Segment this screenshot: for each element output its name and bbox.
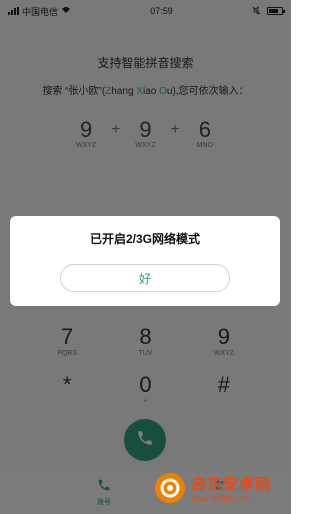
dialer-screen: 中国电信 07:59 支持智能拼音搜索 搜索 “张小欧”(Zhang Xiao …: [0, 0, 291, 514]
watermark-logo-icon: [155, 473, 185, 503]
network-mode-dialog: 已开启2/3G网络模式 好: [10, 216, 280, 306]
watermark: 启东安卓网 www.qdltdq.com: [155, 466, 285, 510]
ok-button[interactable]: 好: [60, 264, 230, 292]
watermark-name: 启东安卓网: [191, 476, 272, 493]
watermark-url: www.qdltdq.com: [191, 494, 250, 503]
dialog-title: 已开启2/3G网络模式: [89, 232, 201, 246]
